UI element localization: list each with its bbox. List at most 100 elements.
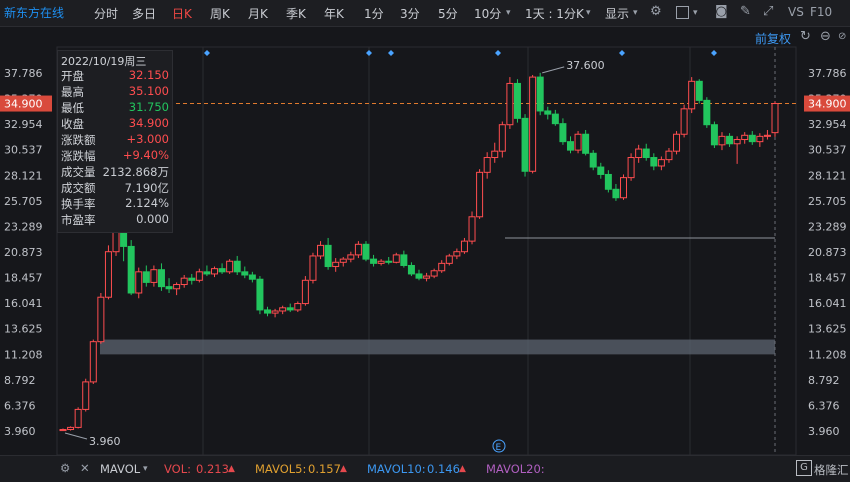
tab-5min[interactable]: 5分	[438, 5, 458, 22]
info-row-change-pct: 涨跌幅 +9.40%	[61, 148, 169, 164]
tab-10min[interactable]: 10分	[474, 5, 501, 22]
y-tick-label-left: 35.370	[4, 93, 43, 106]
info-value: +3.000	[126, 132, 169, 146]
y-tick-label-left: 13.625	[4, 323, 43, 336]
y-tick-label: 23.289	[808, 220, 847, 233]
candle-body	[248, 274, 256, 280]
mavol10-value: 0.146	[427, 462, 460, 476]
candle-body	[491, 150, 499, 159]
candle-body	[74, 408, 82, 428]
event-marker-diamond	[204, 50, 210, 56]
candle-body	[370, 258, 378, 264]
candle-body	[536, 76, 544, 112]
chevron-down-icon[interactable]: ▾	[693, 8, 698, 18]
candle-body	[650, 157, 658, 167]
gear-icon[interactable]: ⚙	[650, 4, 662, 19]
candle-body	[385, 260, 393, 263]
brand-logo-icon: G	[796, 460, 812, 476]
camera-icon[interactable]: ◙	[715, 4, 728, 19]
info-row-open: 开盘 32.150	[61, 68, 169, 84]
current-price-label-right: 34.900	[808, 98, 847, 111]
candle-body	[710, 124, 718, 146]
candle-body	[566, 141, 574, 151]
chevron-down-icon[interactable]: ▾	[143, 464, 148, 474]
mavol-select[interactable]: MAVOL	[100, 462, 140, 476]
candle-body	[551, 113, 559, 125]
tab-quarterly-k[interactable]: 季K	[286, 5, 306, 22]
candle-body	[657, 159, 665, 167]
event-marker-circle	[492, 439, 506, 453]
current-price-tag-right	[804, 95, 850, 112]
candle-body	[506, 82, 514, 126]
display-button[interactable]: 显示	[605, 5, 629, 22]
candle-body	[597, 166, 605, 175]
tab-1min[interactable]: 1分	[364, 5, 384, 22]
close-icon[interactable]: ✕	[80, 461, 90, 475]
info-value: 32.150	[128, 68, 169, 82]
interval-select[interactable]: 1天 : 1分K	[525, 5, 584, 22]
candle-body	[612, 188, 620, 199]
chevron-down-icon[interactable]: ▾	[633, 8, 638, 18]
y-tick-label-left: 8.792	[4, 374, 36, 387]
candle-body	[354, 243, 362, 256]
tab-multi-day[interactable]: 多日	[132, 5, 156, 22]
gear-icon[interactable]: ⚙	[60, 461, 70, 475]
candle-body	[180, 277, 188, 286]
y-tick-label: 13.625	[808, 323, 847, 336]
candle-body	[423, 275, 431, 279]
candle-body	[513, 82, 521, 119]
restore-select[interactable]: 前复权	[755, 30, 791, 47]
candle-body	[438, 262, 446, 272]
info-value: 31.750	[128, 100, 169, 114]
info-label: 最低	[61, 101, 84, 115]
high-annotation-line	[542, 66, 565, 74]
candle-body	[165, 286, 173, 290]
info-label: 换手率	[61, 197, 96, 211]
vs-button[interactable]: VS	[788, 5, 804, 19]
vol-label: VOL:	[164, 462, 191, 476]
candle-body	[726, 135, 734, 145]
candle-body	[620, 177, 628, 199]
info-label: 涨跌额	[61, 133, 96, 147]
y-tick-label-left: 23.289	[4, 220, 43, 233]
candle-body	[188, 277, 196, 281]
y-tick-label: 8.792	[808, 374, 840, 387]
stock-name[interactable]: 新东方在线	[4, 4, 64, 21]
candle-body	[67, 426, 75, 431]
info-row-change: 涨跌额 +3.000	[61, 132, 169, 148]
tab-weekly-k[interactable]: 周K	[210, 5, 230, 22]
drawing-icon[interactable]: ✎	[740, 4, 751, 19]
candle-body	[748, 134, 756, 143]
chevron-down-icon[interactable]: ▾	[506, 8, 511, 18]
checkbox-icon[interactable]	[676, 6, 689, 19]
close-icon[interactable]: ⊘	[838, 31, 846, 42]
candle-body	[241, 271, 249, 276]
collapse-icon[interactable]: ⊖	[820, 29, 831, 44]
candle-body	[741, 134, 749, 141]
candle-body	[97, 296, 105, 343]
y-tick-label-left: 18.457	[4, 272, 43, 285]
candle-body	[589, 152, 597, 168]
candle-body	[642, 148, 650, 159]
y-tick-label: 3.960	[808, 425, 840, 438]
candle-body	[104, 251, 112, 298]
refresh-icon[interactable]: ↻	[800, 29, 811, 44]
tab-daily-k[interactable]: 日K	[172, 5, 192, 22]
candle-body	[498, 124, 506, 152]
event-marker-diamond	[366, 50, 372, 56]
y-tick-label: 28.121	[808, 169, 847, 182]
candle-body	[400, 254, 408, 266]
tab-intraday[interactable]: 分时	[94, 5, 118, 22]
chevron-down-icon[interactable]: ▾	[586, 8, 591, 18]
tab-monthly-k[interactable]: 月K	[248, 5, 268, 22]
event-marker-diamond	[619, 50, 625, 56]
f10-button[interactable]: F10	[810, 5, 832, 19]
mavol5-value: 0.157	[308, 462, 341, 476]
tab-yearly-k[interactable]: 年K	[324, 5, 344, 22]
fullscreen-icon[interactable]: ⤢	[763, 4, 773, 19]
tab-3min[interactable]: 3分	[400, 5, 420, 22]
info-row-close: 收盘 34.900	[61, 116, 169, 132]
toolbar: 新东方在线 分时 多日 日K 周K 月K 季K 年K 1分 3分 5分 10分 …	[0, 0, 850, 27]
candle-body	[763, 134, 771, 137]
candle-body	[195, 271, 203, 281]
